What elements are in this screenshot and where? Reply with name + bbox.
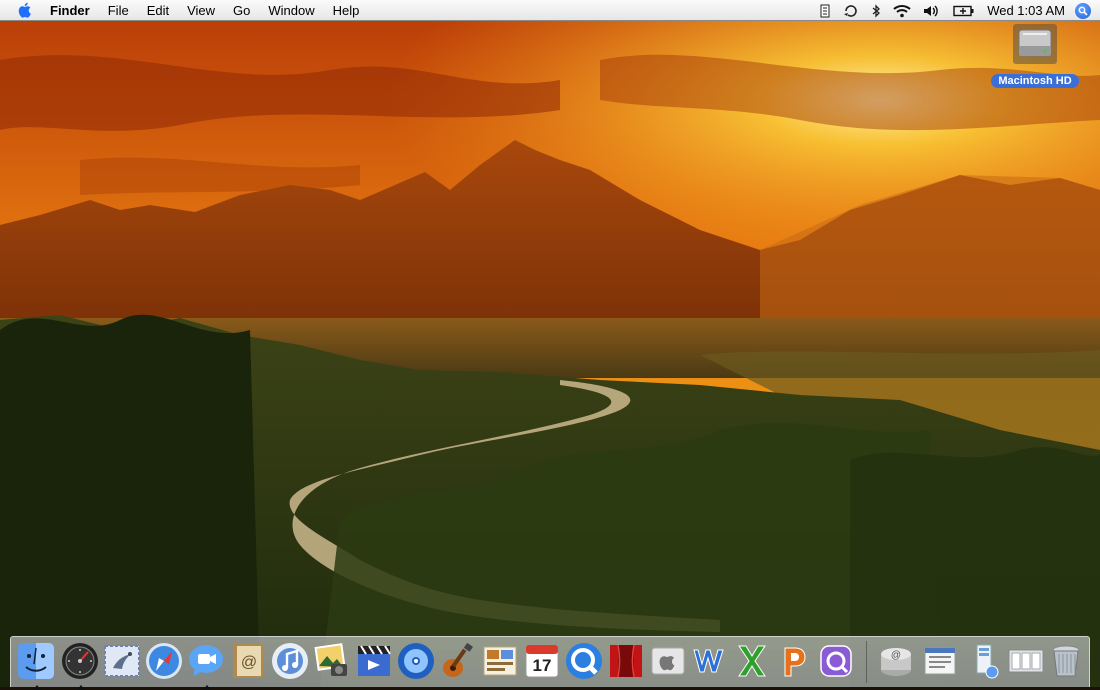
volume-icon[interactable] xyxy=(917,0,947,21)
itunes-icon[interactable] xyxy=(271,642,309,680)
battery-icon[interactable] xyxy=(947,0,981,21)
menu-bar: Finder File Edit View Go Window Help Wed… xyxy=(0,0,1100,21)
apple-logo-icon[interactable] xyxy=(649,642,687,680)
garageband-icon[interactable] xyxy=(439,642,477,680)
quicktime-icon[interactable] xyxy=(565,642,603,680)
desktop-wallpaper xyxy=(0,0,1100,687)
menu-edit[interactable]: Edit xyxy=(138,0,178,21)
menu-clock[interactable]: Wed 1:03 AM xyxy=(981,0,1075,21)
preview-icon[interactable] xyxy=(1007,642,1045,680)
trash-icon[interactable] xyxy=(1047,642,1085,680)
menu-finder[interactable]: Finder xyxy=(48,0,99,21)
menu-view[interactable]: View xyxy=(178,0,224,21)
script-icon[interactable] xyxy=(813,0,837,21)
svg-text:@: @ xyxy=(241,654,257,671)
system-profiler-icon[interactable] xyxy=(965,642,1003,680)
running-indicator xyxy=(77,685,85,690)
spotlight-icon[interactable] xyxy=(1075,2,1091,19)
iphoto-icon[interactable] xyxy=(313,642,351,680)
menu-go[interactable]: Go xyxy=(224,0,259,21)
desktop-icon-macintosh-hd[interactable]: Macintosh HD xyxy=(988,24,1082,89)
desktop-icon-label: Macintosh HD xyxy=(991,74,1079,88)
imovie-icon[interactable] xyxy=(355,642,393,680)
running-indicator xyxy=(203,685,211,690)
menu-file[interactable]: File xyxy=(99,0,138,21)
bluetooth-icon[interactable] xyxy=(865,0,887,21)
powerpoint-icon[interactable] xyxy=(775,642,813,680)
finder-icon[interactable] xyxy=(17,642,55,680)
wifi-icon[interactable] xyxy=(887,0,917,21)
idvd-icon[interactable] xyxy=(397,642,435,680)
safari-icon[interactable] xyxy=(145,642,183,680)
menu-window[interactable]: Window xyxy=(259,0,323,21)
menu-help[interactable]: Help xyxy=(324,0,369,21)
document-icon[interactable] xyxy=(921,642,959,680)
mail-icon[interactable] xyxy=(103,642,141,680)
ical-date: 17 xyxy=(532,656,552,675)
apple-menu-icon[interactable] xyxy=(16,1,34,19)
front-row-icon[interactable] xyxy=(607,642,645,680)
iweb-icon[interactable] xyxy=(481,642,519,680)
entourage-icon[interactable] xyxy=(817,642,855,680)
dock-separator xyxy=(866,641,867,683)
word-icon[interactable] xyxy=(691,642,729,680)
dashboard-icon[interactable] xyxy=(61,642,99,680)
dock: @ 17 @ xyxy=(10,636,1090,690)
excel-icon[interactable] xyxy=(733,642,771,680)
svg-text:@: @ xyxy=(891,650,901,661)
ical-icon[interactable]: 17 xyxy=(523,642,561,680)
sync-icon[interactable] xyxy=(837,0,865,21)
address-book-icon[interactable]: @ xyxy=(229,642,267,680)
running-indicator xyxy=(33,685,41,690)
ichat-icon[interactable] xyxy=(187,642,225,680)
menu-extras: Wed 1:03 AM xyxy=(813,0,1100,21)
hard-drive-icon xyxy=(1013,24,1057,64)
mail-server-icon[interactable]: @ xyxy=(877,642,915,680)
